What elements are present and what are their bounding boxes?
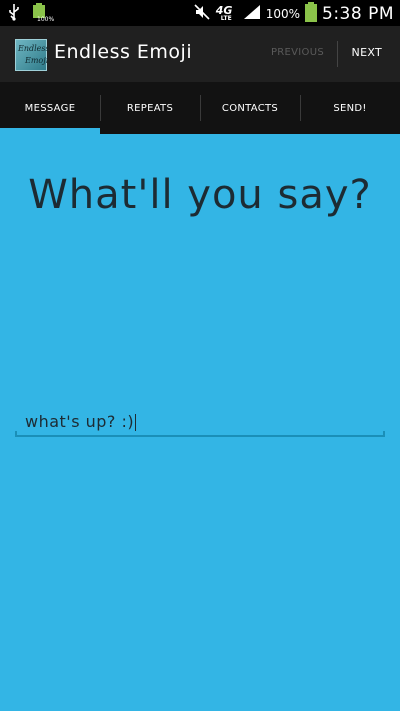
app-title: Endless Emoji [54, 41, 193, 63]
next-button[interactable]: NEXT [352, 46, 382, 59]
status-right-icons: 4G LTE 100% 5:38 PM [193, 2, 394, 26]
app-logo-text-line2: Emoji [25, 56, 49, 65]
signal-icon [243, 4, 261, 24]
tab-send[interactable]: SEND! [300, 82, 400, 134]
tab-repeats[interactable]: REPEATS [100, 82, 200, 134]
message-input[interactable]: what's up? :) [15, 409, 385, 437]
clock: 5:38 PM [322, 4, 394, 24]
previous-button[interactable]: PREVIOUS [271, 47, 324, 58]
network-sublabel: LTE [220, 15, 232, 22]
status-bar: 100% 4G LTE 100% 5:38 PM [0, 0, 400, 26]
text-cursor [135, 414, 137, 431]
app-logo-text-line1: Endless [18, 44, 50, 53]
network-4g-lte-icon: 4G LTE [216, 4, 238, 24]
tab-contacts[interactable]: CONTACTS [200, 82, 300, 134]
app-logo-icon: Endless Emoji [15, 39, 50, 71]
message-input-value[interactable]: what's up? :) [25, 412, 137, 431]
tab-bar: MESSAGE REPEATS CONTACTS SEND! [0, 82, 400, 134]
message-input-underline [15, 431, 385, 437]
action-bar: Endless Emoji Endless Emoji PREVIOUS NEX… [0, 26, 400, 82]
battery-icon [305, 2, 317, 26]
message-text: what's up? :) [25, 412, 135, 431]
usb-icon [8, 3, 20, 25]
mute-icon [193, 3, 211, 25]
action-bar-divider [337, 41, 338, 67]
page-heading: What'll you say? [28, 172, 372, 218]
battery-small-percent: 100% [37, 16, 55, 23]
battery-percent: 100% [265, 7, 300, 21]
tab-message[interactable]: MESSAGE [0, 82, 100, 134]
